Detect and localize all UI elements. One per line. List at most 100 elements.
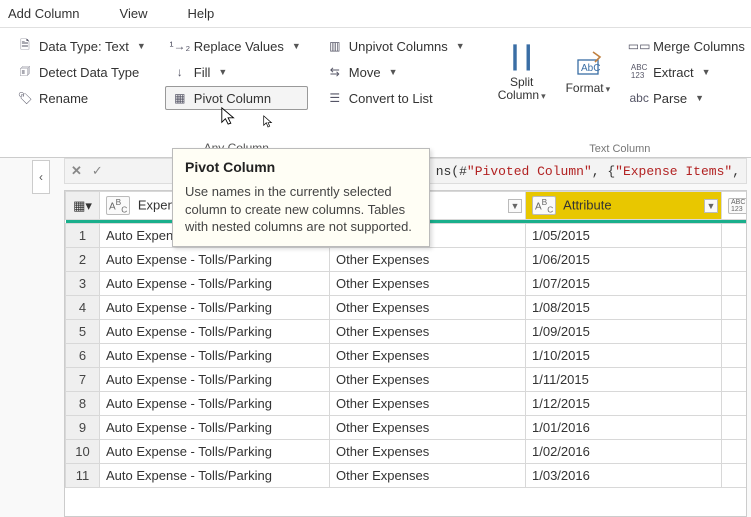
data-type-label: Data Type: Text: [39, 39, 129, 54]
chevron-down-icon: ▼: [456, 41, 465, 51]
cell-extra[interactable]: [722, 248, 748, 272]
confirm-formula-icon[interactable]: ✓: [92, 164, 103, 179]
cell-expense[interactable]: Auto Expense - Tolls/Parking: [100, 320, 330, 344]
extract-label: Extract: [653, 65, 693, 80]
cell-extra[interactable]: [722, 272, 748, 296]
column-header-attribute[interactable]: ABC Attribute ▼: [526, 192, 722, 220]
chevron-down-icon: ▼: [218, 67, 227, 77]
cell-expense[interactable]: Auto Expense - Tolls/Parking: [100, 368, 330, 392]
cell-expense[interactable]: Auto Expense - Tolls/Parking: [100, 248, 330, 272]
cell-category[interactable]: Other Expenses: [330, 296, 526, 320]
cell-extra[interactable]: [722, 224, 748, 248]
cell-category[interactable]: Other Expenses: [330, 344, 526, 368]
cell-attribute[interactable]: 1/05/2015: [526, 224, 722, 248]
formula-text: ns(#"Pivoted Column", {"Expense Items",: [436, 164, 740, 179]
chevron-down-icon: ▼: [292, 41, 301, 51]
cell-attribute[interactable]: 1/10/2015: [526, 344, 722, 368]
cell-expense[interactable]: Auto Expense - Tolls/Parking: [100, 296, 330, 320]
column-filter-button[interactable]: ▼: [704, 199, 718, 213]
cell-expense[interactable]: Auto Expense - Tolls/Parking: [100, 464, 330, 488]
table-row[interactable]: 3Auto Expense - Tolls/ParkingOther Expen…: [66, 272, 748, 296]
menu-add-column[interactable]: Add Column: [8, 6, 80, 21]
convert-to-list-button[interactable]: ☰ Convert to List: [320, 86, 472, 110]
row-number: 4: [66, 296, 100, 320]
cell-attribute[interactable]: 1/11/2015: [526, 368, 722, 392]
row-number: 8: [66, 392, 100, 416]
cell-attribute[interactable]: 1/08/2015: [526, 296, 722, 320]
cell-attribute[interactable]: 1/09/2015: [526, 320, 722, 344]
cell-expense[interactable]: Auto Expense - Tolls/Parking: [100, 416, 330, 440]
cell-category[interactable]: Other Expenses: [330, 248, 526, 272]
menu-view[interactable]: View: [120, 6, 148, 21]
cell-attribute[interactable]: 1/06/2015: [526, 248, 722, 272]
cell-category[interactable]: Other Expenses: [330, 368, 526, 392]
replace-icon: ¹→₂: [172, 38, 188, 54]
cell-attribute[interactable]: 1/03/2016: [526, 464, 722, 488]
cell-attribute[interactable]: 1/07/2015: [526, 272, 722, 296]
cell-attribute[interactable]: 1/01/2016: [526, 416, 722, 440]
table-row[interactable]: 8Auto Expense - Tolls/ParkingOther Expen…: [66, 392, 748, 416]
cell-expense[interactable]: Auto Expense - Tolls/Parking: [100, 392, 330, 416]
move-icon: ⇆: [327, 64, 343, 80]
pivot-icon: ▦: [172, 90, 188, 106]
cell-expense[interactable]: Auto Expense - Tolls/Parking: [100, 344, 330, 368]
collapse-panel-button[interactable]: ‹: [32, 160, 50, 194]
cell-category[interactable]: Other Expenses: [330, 416, 526, 440]
text-type-icon: ABC: [106, 196, 130, 215]
table-menu-button[interactable]: ▦▾: [66, 192, 100, 220]
table-row[interactable]: 9Auto Expense - Tolls/ParkingOther Expen…: [66, 416, 748, 440]
replace-values-button[interactable]: ¹→₂ Replace Values ▼: [165, 34, 308, 58]
cell-category[interactable]: Other Expenses: [330, 392, 526, 416]
cell-extra[interactable]: [722, 368, 748, 392]
column-filter-button[interactable]: ▼: [508, 199, 522, 213]
cell-extra[interactable]: [722, 392, 748, 416]
data-type-dropdown[interactable]: 🗎 Data Type: Text ▼: [10, 34, 153, 58]
pivot-column-tooltip: Pivot Column Use names in the currently …: [172, 148, 430, 247]
cancel-formula-icon[interactable]: ✕: [71, 164, 82, 179]
tooltip-body: Use names in the currently selected colu…: [185, 183, 417, 236]
move-button[interactable]: ⇆ Move ▼: [320, 60, 472, 84]
table-row[interactable]: 5Auto Expense - Tolls/ParkingOther Expen…: [66, 320, 748, 344]
pivot-label: Pivot Column: [194, 91, 271, 106]
fill-label: Fill: [194, 65, 211, 80]
table-row[interactable]: 7Auto Expense - Tolls/ParkingOther Expen…: [66, 368, 748, 392]
table-row[interactable]: 10Auto Expense - Tolls/ParkingOther Expe…: [66, 440, 748, 464]
cell-category[interactable]: Other Expenses: [330, 440, 526, 464]
cell-category[interactable]: Other Expenses: [330, 320, 526, 344]
tooltip-title: Pivot Column: [185, 159, 417, 175]
rename-button[interactable]: 🏷 Rename: [10, 86, 153, 110]
cell-extra[interactable]: [722, 440, 748, 464]
cell-attribute[interactable]: 1/02/2016: [526, 440, 722, 464]
table-row[interactable]: 11Auto Expense - Tolls/ParkingOther Expe…: [66, 464, 748, 488]
cell-extra[interactable]: [722, 464, 748, 488]
rename-icon: 🏷: [17, 90, 33, 106]
parse-button[interactable]: abc Parse ▼: [624, 86, 751, 110]
chevron-down-icon: ▼: [702, 67, 711, 77]
text-column-group-label: Text Column: [488, 139, 751, 155]
table-row[interactable]: 4Auto Expense - Tolls/ParkingOther Expen…: [66, 296, 748, 320]
cell-expense[interactable]: Auto Expense - Tolls/Parking: [100, 440, 330, 464]
format-button[interactable]: AbC Format▾: [556, 34, 621, 110]
merge-label: Merge Columns: [653, 39, 745, 54]
menu-help[interactable]: Help: [188, 6, 215, 21]
cell-expense[interactable]: Auto Expense - Tolls/Parking: [100, 272, 330, 296]
cell-extra[interactable]: [722, 296, 748, 320]
cell-extra[interactable]: [722, 344, 748, 368]
cell-category[interactable]: Other Expenses: [330, 272, 526, 296]
detect-label: Detect Data Type: [39, 65, 139, 80]
unpivot-columns-button[interactable]: ▥ Unpivot Columns ▼: [320, 34, 472, 58]
column-header-extra[interactable]: ABC123: [722, 192, 748, 220]
extract-button[interactable]: ABC123 Extract ▼: [624, 60, 751, 84]
fill-button[interactable]: ↓ Fill ▼: [165, 60, 308, 84]
table-row[interactable]: 6Auto Expense - Tolls/ParkingOther Expen…: [66, 344, 748, 368]
cell-extra[interactable]: [722, 320, 748, 344]
table-row[interactable]: 2Auto Expense - Tolls/ParkingOther Expen…: [66, 248, 748, 272]
pivot-column-button[interactable]: ▦ Pivot Column: [165, 86, 308, 110]
detect-data-type-button[interactable]: 🗊 Detect Data Type: [10, 60, 153, 84]
split-column-button[interactable]: ┃┃ Split Column▾: [488, 34, 556, 110]
cell-extra[interactable]: [722, 416, 748, 440]
replace-label: Replace Values: [194, 39, 284, 54]
merge-columns-button[interactable]: ▭▭ Merge Columns: [624, 34, 751, 58]
cell-attribute[interactable]: 1/12/2015: [526, 392, 722, 416]
cell-category[interactable]: Other Expenses: [330, 464, 526, 488]
